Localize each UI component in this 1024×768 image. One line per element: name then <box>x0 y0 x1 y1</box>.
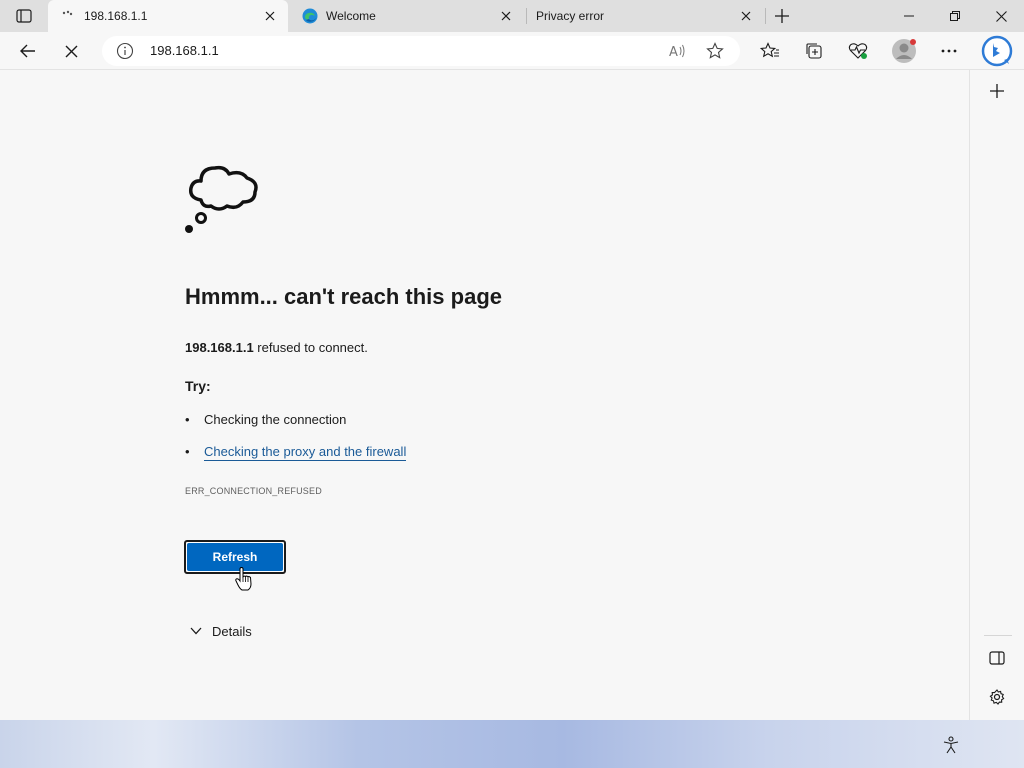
tab-title: Privacy error <box>536 9 605 23</box>
tab-actions-icon <box>16 9 32 23</box>
stop-loading-button[interactable] <box>56 36 86 66</box>
read-aloud-icon[interactable]: A <box>668 42 686 65</box>
restore-button[interactable] <box>932 0 978 32</box>
profile-button[interactable] <box>889 36 919 66</box>
proxy-firewall-link[interactable]: Checking the proxy and the firewall <box>204 444 407 461</box>
details-label: Details <box>212 623 252 639</box>
error-message-suffix: refused to connect. <box>253 340 368 355</box>
back-button[interactable] <box>13 36 43 66</box>
tab-privacy-error[interactable]: Privacy error <box>528 0 764 32</box>
error-message: 198.168.1.1 refused to connect. <box>185 340 368 355</box>
avatar <box>892 39 916 63</box>
page-title: Hmmm... can't reach this page <box>185 284 502 309</box>
address-bar[interactable]: 198.168.1.1 A <box>102 36 740 66</box>
close-window-button[interactable] <box>978 0 1024 32</box>
favorites-icon <box>760 42 779 58</box>
accessibility-icon[interactable] <box>940 734 962 756</box>
heart-pulse-icon <box>848 43 868 59</box>
add-favorite-icon[interactable] <box>706 42 724 65</box>
bullet: • <box>185 412 190 427</box>
suggestion-text: Checking the connection <box>204 412 347 427</box>
stop-icon <box>65 45 77 57</box>
hide-sidebar-button[interactable] <box>984 645 1010 671</box>
settings-and-more-button[interactable] <box>934 36 964 66</box>
loading-icon <box>60 8 76 24</box>
minimize-button[interactable] <box>886 0 932 32</box>
back-arrow-icon <box>20 44 35 58</box>
list-item: • Checking the proxy and the firewall <box>185 444 407 461</box>
sidebar-panel-icon <box>989 651 1005 665</box>
browser-essentials-button[interactable] <box>843 36 873 66</box>
edge-logo-icon <box>302 8 318 24</box>
customize-sidebar-button[interactable] <box>984 684 1010 710</box>
bullet: • <box>185 444 190 459</box>
plus-icon <box>775 9 789 23</box>
url-text[interactable]: 198.168.1.1 <box>150 43 219 58</box>
desktop-background <box>0 720 1024 768</box>
favorites-button[interactable] <box>755 36 785 66</box>
more-icon <box>941 49 957 53</box>
details-toggle[interactable]: Details <box>188 623 252 639</box>
host-name: 198.168.1.1 <box>185 340 254 355</box>
hand-cursor-icon <box>235 567 252 591</box>
edge-sidebar <box>969 70 1024 720</box>
tab-welcome[interactable]: Welcome <box>290 0 524 32</box>
tab-title: Welcome <box>326 9 376 23</box>
chevron-down-icon <box>188 623 204 639</box>
tab-divider <box>526 8 527 24</box>
close-tab-icon[interactable] <box>496 6 516 26</box>
sidebar-divider <box>984 635 1012 636</box>
error-code: ERR_CONNECTION_REFUSED <box>185 486 322 496</box>
new-tab-button[interactable] <box>772 6 792 26</box>
minimize-icon <box>904 15 914 17</box>
tab-active[interactable]: 198.168.1.1 <box>48 0 288 32</box>
tab-title: 198.168.1.1 <box>84 9 148 23</box>
toolbar: 198.168.1.1 A <box>0 32 1024 70</box>
close-tab-icon[interactable] <box>736 6 756 26</box>
bing-chat-button[interactable] <box>980 34 1014 68</box>
thought-cloud-icon <box>185 165 258 233</box>
plus-icon <box>990 84 1004 98</box>
svg-text:A: A <box>669 45 678 60</box>
restore-icon <box>950 11 960 21</box>
try-label: Try: <box>185 378 211 394</box>
error-page: Hmmm... can't reach this page 198.168.1.… <box>0 70 969 720</box>
add-sidebar-app-button[interactable] <box>984 78 1010 104</box>
close-icon <box>995 10 1007 22</box>
collections-button[interactable] <box>799 36 829 66</box>
site-info-icon[interactable] <box>116 42 134 60</box>
close-tab-icon[interactable] <box>260 6 280 26</box>
list-item: • Checking the connection <box>185 412 346 427</box>
collections-icon <box>806 43 822 59</box>
tab-actions-button[interactable] <box>10 6 38 26</box>
bing-icon <box>981 35 1013 67</box>
tab-strip: 198.168.1.1 Welcome Privacy error <box>0 0 1024 32</box>
gear-icon <box>989 689 1005 705</box>
tab-divider <box>765 8 766 24</box>
